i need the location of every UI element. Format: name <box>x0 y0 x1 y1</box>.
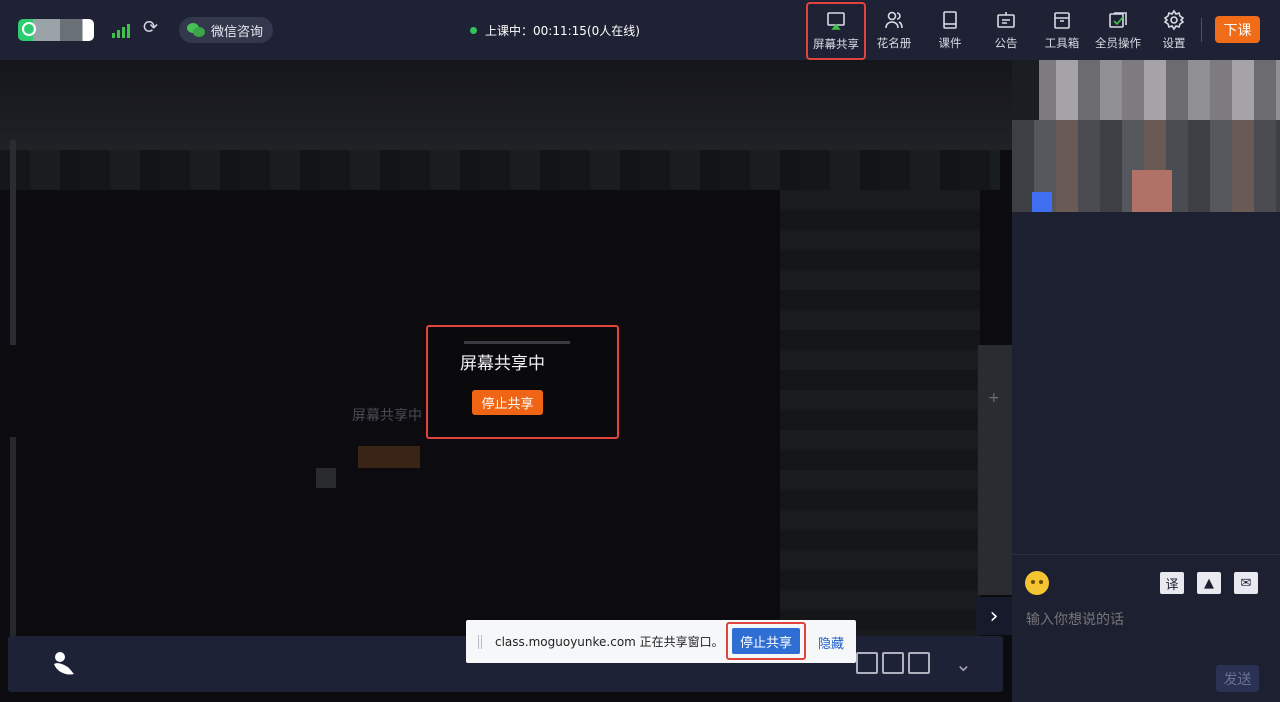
notice-hide-link[interactable]: 隐藏 <box>818 633 844 652</box>
chat-toolbar: 译 ▲ ✉ <box>1160 572 1258 594</box>
share-notice-text: class.moguoyunke.com 正在共享窗口。 <box>495 635 724 649</box>
teacher-video <box>1012 60 1280 212</box>
toolbox-button[interactable]: 工具箱 <box>1034 0 1090 60</box>
list-layout-icon[interactable] <box>908 652 930 674</box>
screen-share-button[interactable]: 屏幕共享 <box>806 2 866 60</box>
notice-stop-sharing-highlight: 停止共享 <box>726 622 806 660</box>
chat-divider <box>1012 554 1280 555</box>
add-window-icon[interactable] <box>856 652 878 674</box>
end-class-button[interactable]: 下课 <box>1215 16 1260 43</box>
raise-hand-icon[interactable] <box>50 648 78 678</box>
chevron-down-icon[interactable]: ⌄ <box>955 652 972 676</box>
browser-share-notice: class.moguoyunke.com 正在共享窗口。 停止共享 隐藏 <box>466 620 856 663</box>
emoji-icon[interactable] <box>1025 571 1049 595</box>
all-members-button[interactable]: 全员操作 <box>1090 0 1146 60</box>
screen-sharing-panel: 屏幕共享中 停止共享 <box>426 325 619 439</box>
right-side-panel: 译 ▲ ✉ 发送 <box>1012 60 1280 702</box>
teacher-video-pixels <box>1132 170 1172 212</box>
notice-stop-sharing-button[interactable]: 停止共享 <box>732 628 800 654</box>
send-button[interactable]: 发送 <box>1216 665 1259 692</box>
drag-handle-icon[interactable] <box>478 634 482 649</box>
screen-share-icon <box>827 12 845 30</box>
layout-controls <box>856 652 930 674</box>
refresh-icon[interactable]: ⟳ <box>143 18 163 38</box>
class-status-text: 上课中：00:11:15(0人在线) <box>485 24 640 38</box>
logo-icon <box>22 22 36 36</box>
pixelated-screen-content <box>780 190 980 640</box>
image-icon[interactable]: ▲ <box>1197 572 1221 594</box>
toolbox-icon <box>1054 12 1070 29</box>
roster-button[interactable]: 花名册 <box>866 0 922 60</box>
translate-icon[interactable]: 译 <box>1160 572 1184 594</box>
class-status: 上课中：00:11:15(0人在线) <box>470 22 640 39</box>
announcement-button[interactable]: 公告 <box>978 0 1034 60</box>
stop-sharing-button[interactable]: 停止共享 <box>472 390 543 415</box>
wechat-icon <box>187 23 205 37</box>
all-members-label: 全员操作 <box>1095 36 1141 50</box>
roster-icon <box>885 11 903 29</box>
fullscreen-icon[interactable] <box>882 652 904 674</box>
toolbar: 屏幕共享 花名册 课件 公告 工具箱 全员操作 设置 <box>806 0 1202 60</box>
chevron-right-icon[interactable]: › <box>976 597 1012 635</box>
pixelated-screen-content <box>10 140 16 345</box>
teacher-video-pixels <box>1032 192 1052 212</box>
pixelated-screen-content <box>0 150 1000 190</box>
all-members-icon <box>1109 12 1127 28</box>
courseware-icon <box>943 11 957 29</box>
courseware-label: 课件 <box>938 36 962 50</box>
screen-share-label: 屏幕共享 <box>813 37 859 51</box>
pixelated-screen-content <box>10 437 16 637</box>
roster-label: 花名册 <box>876 36 912 50</box>
settings-button[interactable]: 设置 <box>1146 0 1202 60</box>
mirrored-share-title: 屏幕共享中 <box>352 408 422 424</box>
announcement-label: 公告 <box>994 36 1018 50</box>
panel-drag-bar <box>464 341 570 344</box>
settings-label: 设置 <box>1162 36 1186 50</box>
announcement-icon <box>997 12 1015 28</box>
gear-icon <box>1163 9 1185 31</box>
mirrored-stop-button <box>358 446 420 468</box>
live-status-dot <box>470 27 477 34</box>
signal-strength-icon <box>112 22 130 38</box>
wechat-consult-label: 微信咨询 <box>211 24 264 40</box>
toolbar-divider <box>1201 18 1202 42</box>
screen-sharing-title: 屏幕共享中 <box>460 354 545 374</box>
top-bar: ⟳ 微信咨询 上课中：00:11:15(0人在线) 屏幕共享 花名册 课件 公告 <box>0 0 1280 60</box>
wechat-consult-button[interactable]: 微信咨询 <box>179 17 274 43</box>
toolbox-label: 工具箱 <box>1044 36 1080 50</box>
chat-mute-icon[interactable]: ✉ <box>1234 572 1258 594</box>
plus-icon: + <box>988 390 1000 406</box>
pixelated-screen-content <box>0 60 1012 150</box>
pixelated-screen-content <box>316 468 336 488</box>
pixelated-scrollbar <box>978 345 1012 595</box>
chat-message-input[interactable] <box>1026 612 1266 628</box>
courseware-button[interactable]: 课件 <box>922 0 978 60</box>
